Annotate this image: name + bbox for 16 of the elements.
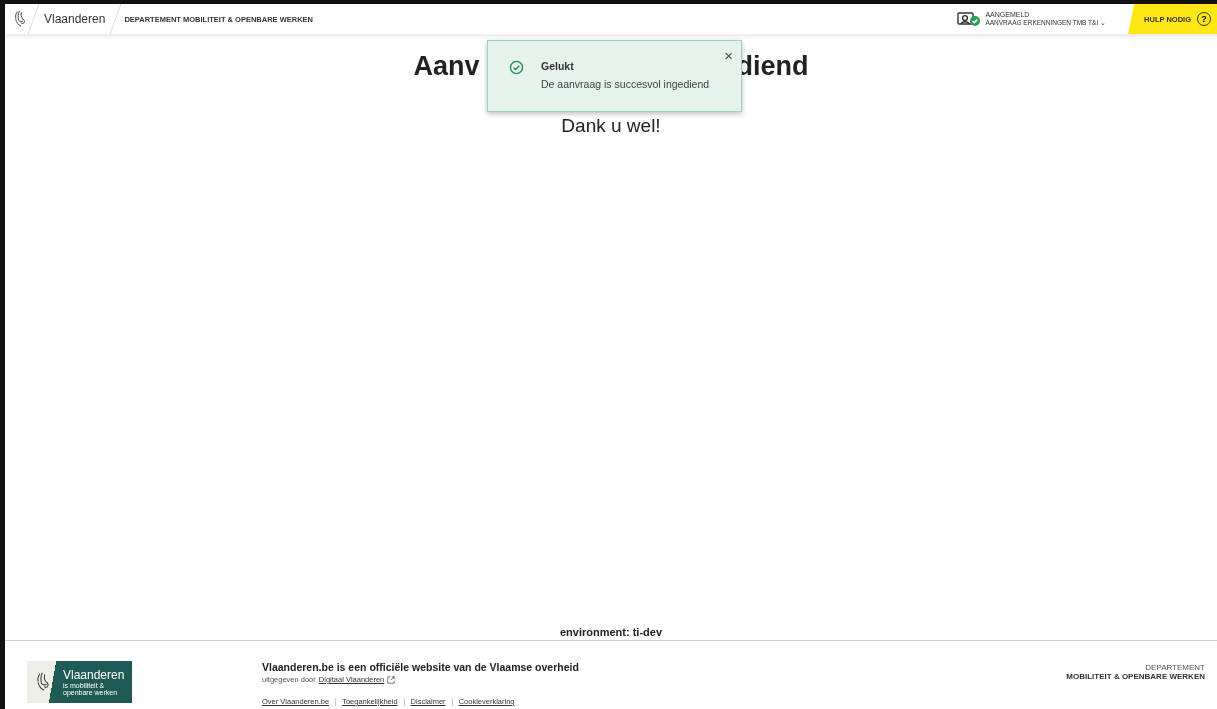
lion-icon [35,671,51,693]
logo-name: Vlaanderen [63,668,125,682]
logged-in-icon [957,11,982,27]
close-button[interactable]: × [724,47,733,64]
footer-statement: Vlaanderen.be is een officiële website van de Vlaamse overheid [262,661,579,673]
department-name: MOBILITEIT & OPENBARE WERKEN [1066,672,1205,681]
lion-logo-icon [13,10,27,28]
external-link-icon [387,675,396,684]
toast-title: Gelukt [541,60,575,72]
environment-label: environment: ti-dev [559,626,663,638]
toast-message: De aanvraag is succesvol ingediend [541,78,710,90]
department-label: DEPARTEMENT [1145,663,1205,672]
thank-you-text: Dank u wel! [561,115,661,137]
check-circle-icon [509,60,524,75]
brand-link[interactable]: Vlaanderen [44,12,106,26]
page-heading: Aanv [413,51,480,82]
